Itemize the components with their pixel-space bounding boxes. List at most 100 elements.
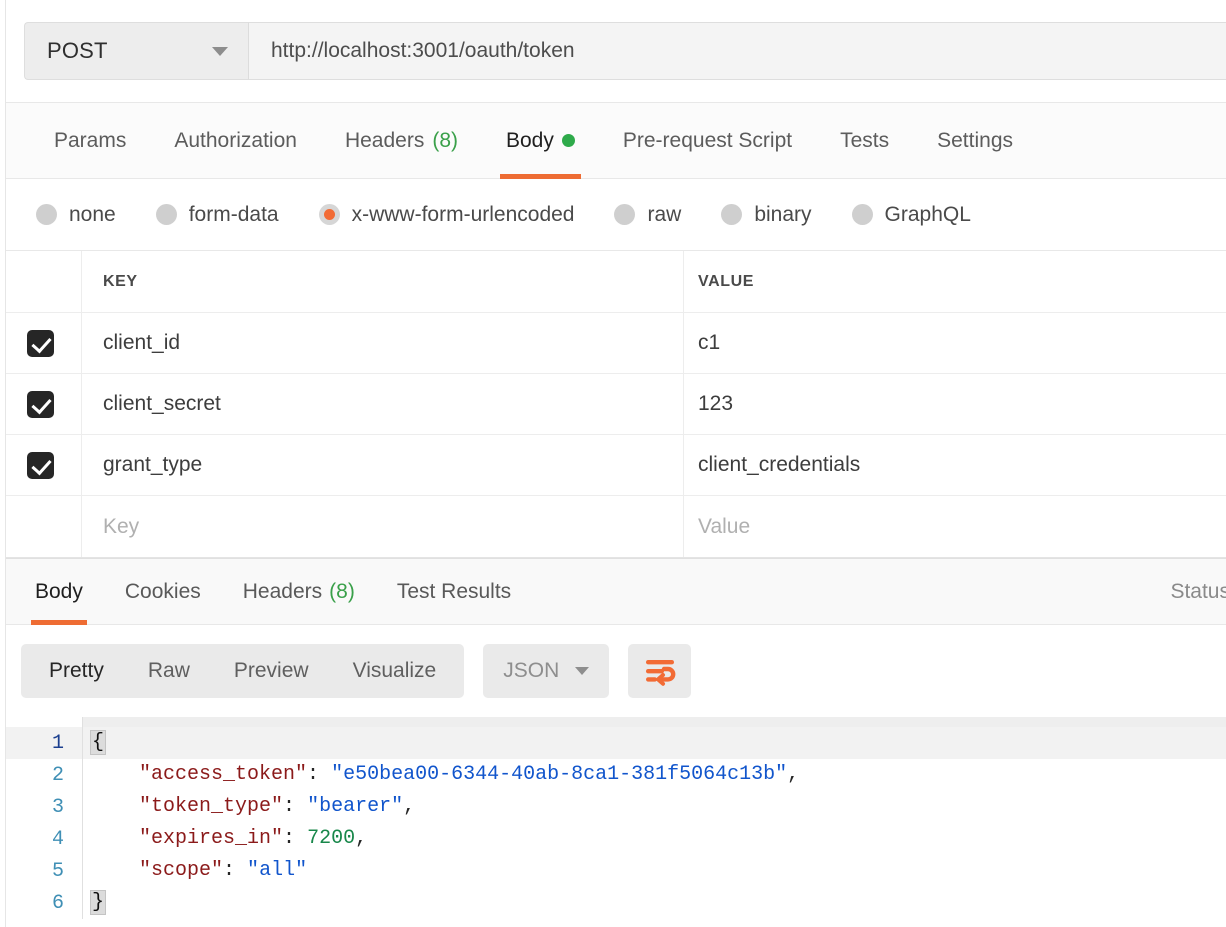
response-tab-cookies[interactable]: Cookies: [104, 558, 222, 625]
table-new-row[interactable]: Key Value: [0, 496, 1226, 557]
view-mode-raw[interactable]: Raw: [126, 644, 212, 698]
response-format-toolbar: Pretty Raw Preview Visualize JSON: [0, 625, 1226, 717]
row-key-input[interactable]: client_id: [82, 313, 684, 373]
new-row-key-input[interactable]: Key: [82, 496, 684, 557]
tab-headers-label: Headers: [344, 128, 425, 152]
code-line-text: }: [82, 887, 1226, 919]
line-number: 3: [51, 795, 64, 819]
body-type-graphql-label: GraphQL: [884, 202, 971, 226]
json-string-value: "e50bea00-6344-40ab-8ca1-381f5064c13b": [331, 763, 788, 786]
code-line: 3 "token_type": "bearer",: [0, 791, 1226, 823]
close-brace: }: [89, 890, 107, 915]
view-mode-pretty[interactable]: Pretty: [27, 644, 126, 698]
table-row[interactable]: client_id c1: [0, 313, 1226, 374]
radio-icon: [155, 204, 177, 225]
http-method-select[interactable]: POST: [24, 22, 248, 80]
table-header-check-cell: [0, 251, 82, 312]
line-number: 2: [51, 763, 64, 787]
line-number: 4: [51, 827, 64, 851]
chevron-down-icon: [575, 667, 590, 675]
table-header-key: KEY: [82, 251, 684, 312]
checkbox-checked-icon[interactable]: [27, 329, 54, 357]
table-row[interactable]: grant_type client_credentials: [0, 435, 1226, 496]
response-tab-body-active-underline: [31, 620, 87, 625]
tab-params-label: Params: [54, 128, 127, 152]
body-type-urlencoded-label: x-www-form-urlencoded: [351, 202, 575, 226]
json-key: "access_token": [139, 763, 308, 786]
body-type-form-data[interactable]: form-data: [155, 202, 319, 227]
row-value-input[interactable]: c1: [684, 313, 1226, 373]
new-row-value-input[interactable]: Value: [684, 496, 1226, 557]
row-checkbox-cell[interactable]: [0, 435, 82, 495]
response-tab-test-results-label: Test Results: [396, 579, 512, 603]
request-tab-bar: Params Authorization Headers (8) Body Pr…: [0, 103, 1226, 179]
tab-body[interactable]: Body: [482, 103, 599, 179]
chevron-down-icon: [212, 46, 228, 56]
body-type-radio-group: none form-data x-www-form-urlencoded raw…: [0, 179, 1226, 251]
line-number: 1: [51, 731, 64, 755]
request-url-input[interactable]: http://localhost:3001/oauth/token: [248, 22, 1226, 80]
view-mode-visualize[interactable]: Visualize: [331, 644, 459, 698]
tab-tests[interactable]: Tests: [816, 103, 913, 179]
checkbox-checked-icon[interactable]: [27, 451, 54, 479]
api-client-window: POST http://localhost:3001/oauth/token P…: [0, 0, 1226, 927]
json-key: "expires_in": [139, 827, 284, 850]
checkbox-checked-icon[interactable]: [27, 390, 54, 418]
radio-icon: [36, 204, 57, 225]
response-language-select[interactable]: JSON: [483, 644, 610, 698]
response-tab-headers-count: (8): [329, 579, 355, 603]
view-mode-preview[interactable]: Preview: [212, 644, 331, 698]
body-type-raw[interactable]: raw: [614, 203, 721, 227]
json-key: "scope": [139, 859, 224, 882]
json-string-value: "all": [247, 859, 308, 882]
line-number: 5: [51, 859, 64, 883]
response-tab-test-results[interactable]: Test Results: [376, 558, 532, 625]
body-params-table: KEY VALUE client_id c1 client_secret 123…: [0, 251, 1226, 558]
row-value-input[interactable]: 123: [684, 374, 1226, 434]
tab-body-active-underline: [500, 173, 581, 179]
row-checkbox-cell[interactable]: [0, 313, 82, 373]
table-header-value: VALUE: [698, 272, 755, 290]
open-brace: {: [89, 730, 107, 755]
response-status-label: Status: [1170, 579, 1226, 603]
code-line: 5 "scope": "all": [0, 855, 1226, 887]
json-string-value: "bearer": [307, 795, 404, 818]
row-checkbox-cell[interactable]: [0, 374, 82, 434]
tab-pre-request-script-label: Pre-request Script: [622, 128, 793, 152]
code-line-text: "token_type": "bearer",: [82, 791, 1226, 823]
word-wrap-icon: [645, 660, 676, 686]
body-type-urlencoded[interactable]: x-www-form-urlencoded: [318, 202, 615, 227]
response-view-mode-group: Pretty Raw Preview Visualize: [21, 644, 465, 698]
code-scroll-track[interactable]: [82, 717, 1226, 727]
body-type-raw-label: raw: [647, 202, 682, 226]
body-type-form-data-label: form-data: [188, 202, 279, 226]
word-wrap-button[interactable]: [628, 644, 692, 698]
row-key-input[interactable]: grant_type: [82, 435, 684, 495]
response-tab-headers[interactable]: Headers (8): [222, 558, 376, 625]
tab-settings-label: Settings: [937, 128, 1014, 152]
body-type-none[interactable]: none: [36, 203, 156, 227]
line-number: 6: [51, 891, 64, 915]
body-type-graphql[interactable]: GraphQL: [851, 202, 1011, 227]
body-type-binary[interactable]: binary: [721, 203, 851, 227]
radio-icon: [721, 204, 743, 225]
tab-params[interactable]: Params: [30, 103, 150, 179]
radio-selected-icon: [318, 204, 340, 225]
json-key: "token_type": [139, 795, 284, 818]
tab-pre-request-script[interactable]: Pre-request Script: [599, 103, 816, 179]
response-tab-body[interactable]: Body: [14, 558, 104, 625]
response-body-code-view[interactable]: 1 { 2 "access_token": "e50bea00-6344-40a…: [0, 717, 1226, 924]
row-key-input[interactable]: client_secret: [82, 374, 684, 434]
row-value-input[interactable]: client_credentials: [684, 435, 1226, 495]
window-left-edge: [0, 0, 6, 927]
code-line-text: "expires_in": 7200,: [82, 823, 1226, 855]
tab-authorization[interactable]: Authorization: [150, 103, 321, 179]
response-tab-headers-label: Headers: [242, 579, 323, 603]
response-tab-bar: Body Cookies Headers (8) Test Results St…: [0, 558, 1226, 625]
tab-tests-label: Tests: [840, 128, 890, 152]
table-row[interactable]: client_secret 123: [0, 374, 1226, 435]
radio-icon: [614, 204, 636, 225]
tab-headers[interactable]: Headers (8): [321, 103, 482, 179]
tab-body-label: Body: [506, 128, 554, 152]
tab-settings[interactable]: Settings: [913, 103, 1037, 179]
